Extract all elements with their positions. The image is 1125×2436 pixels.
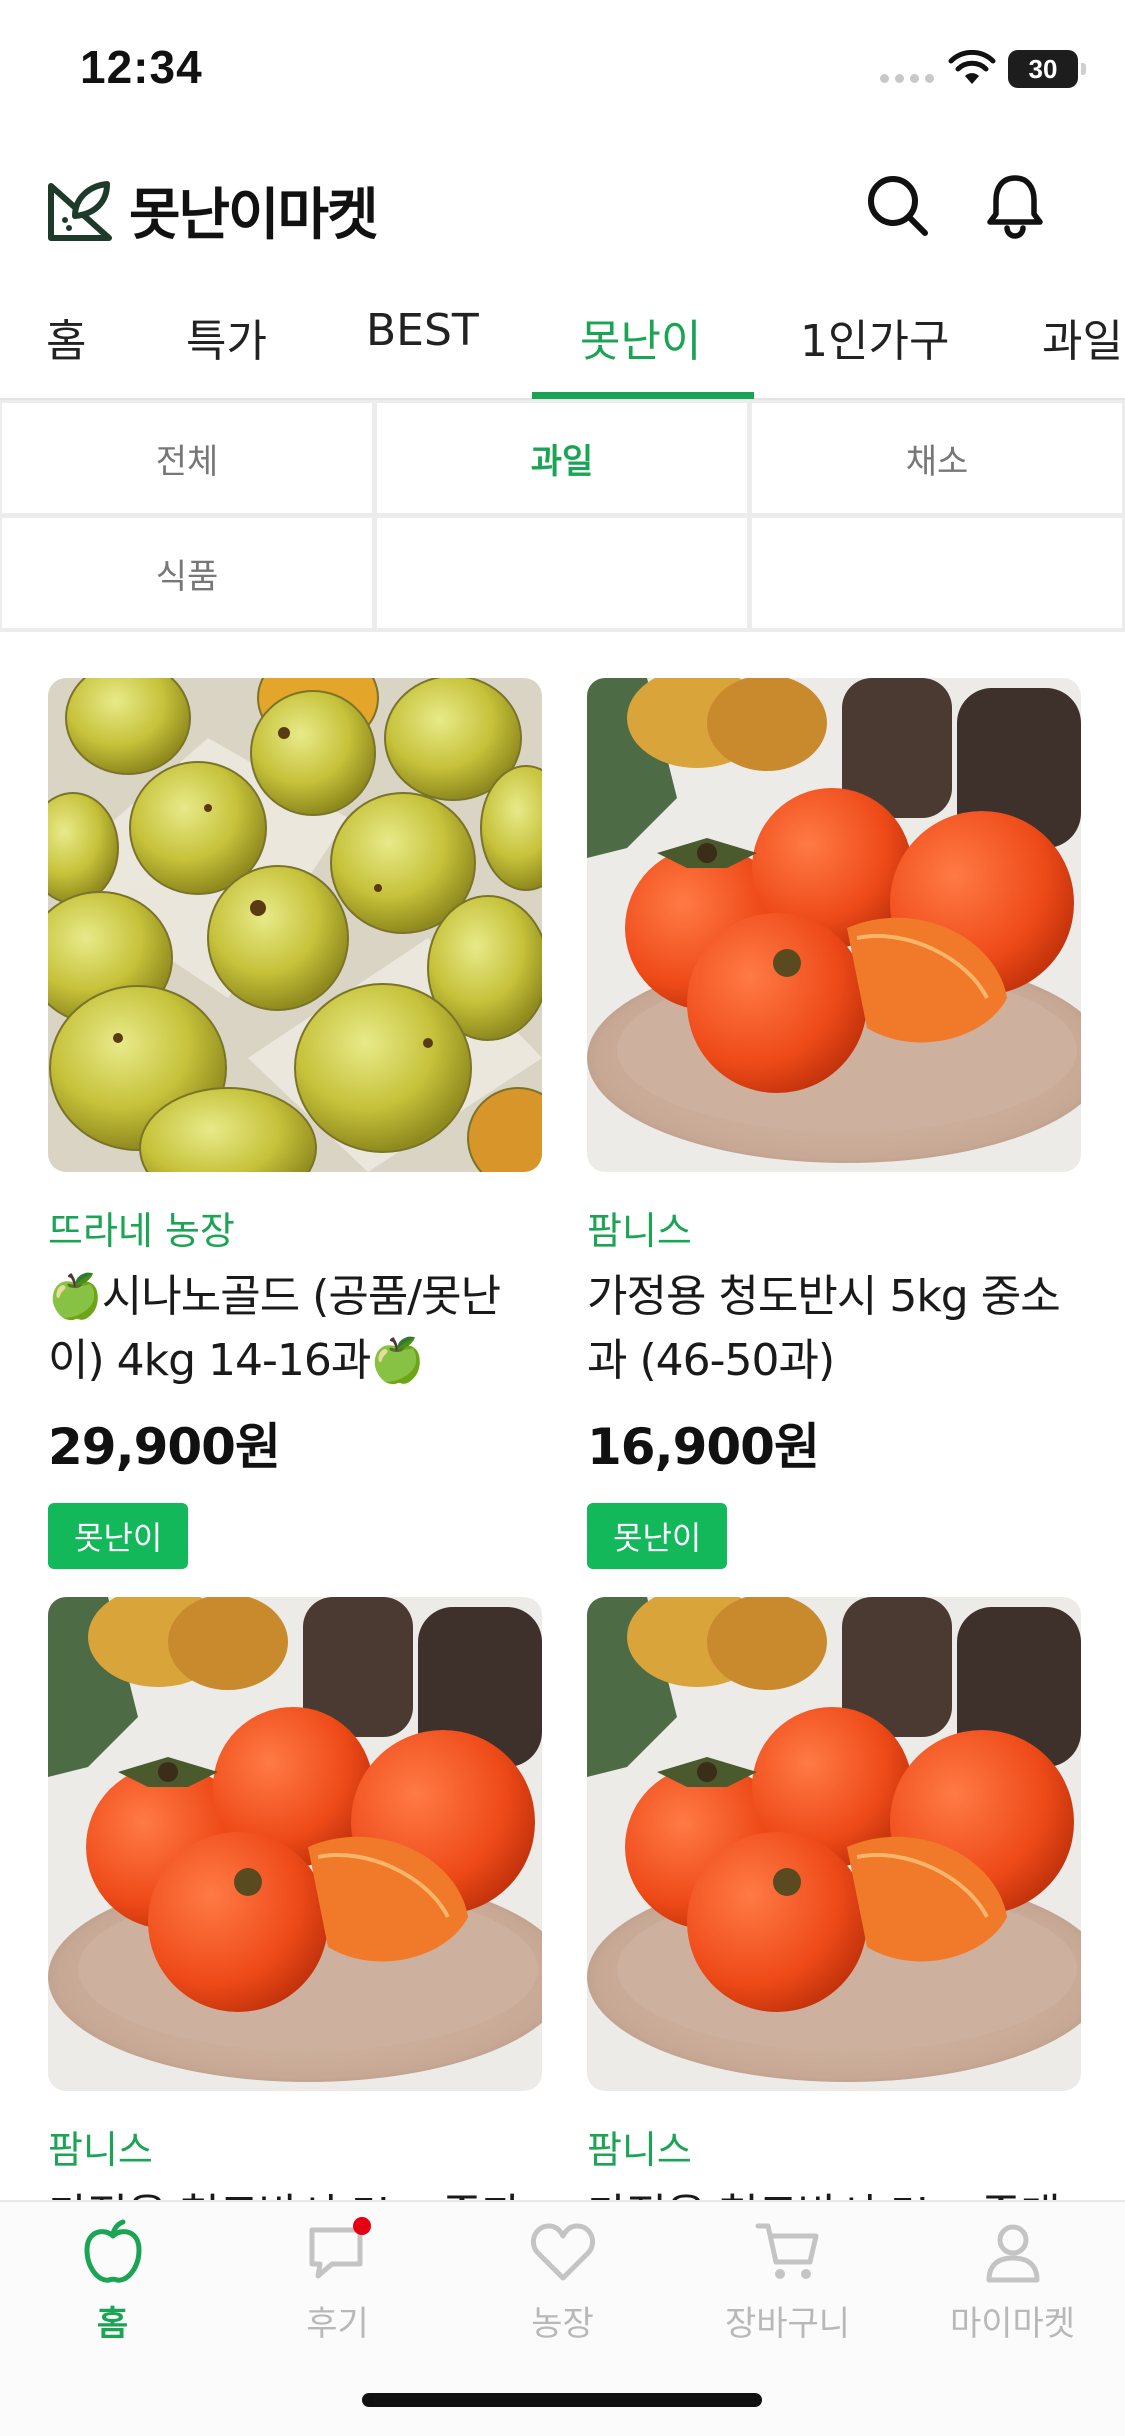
- tab-home[interactable]: 홈: [46, 305, 86, 369]
- product-name: 가정용 청도반시 5kg 중소과 (46-50과): [587, 1271, 1061, 1386]
- product-image[interactable]: [48, 678, 542, 1172]
- cart-icon: [755, 2223, 818, 2279]
- nav-farm[interactable]: 농장: [450, 2216, 675, 2345]
- nav-cart[interactable]: 장바구니: [675, 2216, 900, 2345]
- search-icon[interactable]: [862, 170, 932, 240]
- product-image[interactable]: [587, 1597, 1081, 2091]
- home-indicator: [362, 2393, 762, 2407]
- status-time: 12:34: [80, 41, 203, 93]
- notification-dot: [352, 2217, 371, 2235]
- tab-ugly[interactable]: 못난이: [580, 305, 701, 369]
- nav-label: 농장: [531, 2304, 594, 2344]
- filter-empty: [377, 518, 747, 628]
- product-card[interactable]: 팜니스 가정용 청도반시 5kg 중과: [48, 1597, 542, 2248]
- product-card[interactable]: 팜니스 가정용 청도반시 5kg 중소과 (46-50과) 16,900원 못난…: [587, 678, 1081, 1569]
- status-bar: 12:34 30: [0, 0, 1125, 140]
- nav-mymarket[interactable]: 마이마켓: [900, 2216, 1125, 2345]
- product-photo-persimmons: [48, 1597, 542, 2091]
- nav-label: 홈: [96, 2304, 129, 2344]
- wifi-icon: [948, 50, 996, 84]
- logo-icon: [48, 180, 112, 241]
- brand-name: 못난이마켓: [129, 183, 379, 248]
- bell-icon[interactable]: [980, 170, 1050, 240]
- filter-empty: [752, 518, 1122, 628]
- filter-food[interactable]: 식품: [2, 518, 372, 628]
- nav-label: 장바구니: [724, 2304, 851, 2344]
- seller-name: 팜니스: [587, 1209, 692, 1253]
- tab-single-household[interactable]: 1인가구: [800, 305, 949, 369]
- product-image[interactable]: [48, 1597, 542, 2091]
- product-price: 16,900원: [587, 1418, 820, 1476]
- nav-label: 마이마켓: [949, 2304, 1076, 2344]
- category-tabs: 홈 특가 BEST 못난이 1인가구 과일: [0, 285, 1125, 400]
- product-price: 29,900원: [48, 1418, 281, 1476]
- product-card[interactable]: 팜니스 가정용 청도반시 5kg 중대: [587, 1597, 1081, 2248]
- product-photo-persimmons: [587, 1597, 1081, 2091]
- filter-vegetable[interactable]: 채소: [752, 403, 1122, 513]
- heart-icon: [530, 2223, 595, 2281]
- product-photo-persimmons: [587, 678, 1081, 1172]
- nav-label: 후기: [306, 2304, 369, 2344]
- chat-icon: [309, 2217, 371, 2279]
- brand-logo[interactable]: 못난이마켓: [45, 170, 379, 251]
- filter-fruit[interactable]: 과일: [377, 403, 747, 513]
- cellular-signal-icon: [880, 74, 934, 83]
- nav-reviews[interactable]: 후기: [225, 2216, 450, 2345]
- tab-best[interactable]: BEST: [366, 305, 479, 356]
- tab-special[interactable]: 특가: [186, 305, 267, 369]
- battery-indicator: 30: [1008, 50, 1086, 88]
- subcategory-grid: 전체 과일 채소 식품: [0, 400, 1125, 632]
- product-photo-green-apples: [48, 678, 542, 1172]
- ugly-badge: 못난이: [48, 1503, 189, 1569]
- tab-fruit[interactable]: 과일: [1042, 305, 1123, 369]
- seller-name: 뜨라네 농장: [48, 1209, 235, 1253]
- app-header: 못난이마켓: [0, 150, 1125, 260]
- product-card[interactable]: 뜨라네 농장 🍏시나노골드 (공품/못난이) 4kg 14-16과🍏 29,90…: [48, 678, 542, 1569]
- nav-home[interactable]: 홈: [0, 2216, 225, 2345]
- product-name: 🍏시나노골드 (공품/못난이) 4kg 14-16과🍏: [48, 1271, 501, 1386]
- product-image[interactable]: [587, 678, 1081, 1172]
- seller-name: 팜니스: [48, 2128, 153, 2172]
- seller-name: 팜니스: [587, 2128, 692, 2172]
- person-icon: [986, 2224, 1039, 2283]
- ugly-badge: 못난이: [587, 1503, 728, 1569]
- active-tab-indicator: [532, 392, 754, 399]
- filter-all[interactable]: 전체: [2, 403, 372, 513]
- apple-icon: [84, 2219, 141, 2283]
